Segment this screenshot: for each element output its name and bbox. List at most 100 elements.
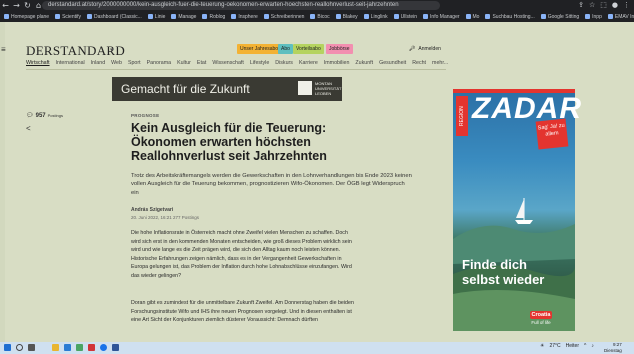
nav-item[interactable]: Etat <box>197 60 206 66</box>
store-icon[interactable] <box>76 344 83 351</box>
nav-item[interactable]: Panorama <box>147 60 171 66</box>
taskbar-clock[interactable]: 9:27 Dienstag <box>604 342 622 353</box>
nav-item[interactable]: International <box>56 60 85 66</box>
address-row: ← → ↻ ⌂ derstandard.at/story/2000000000/… <box>0 0 634 11</box>
bookmark-item[interactable]: Suchbau Hosting... <box>485 13 535 20</box>
weather-label: Heiter <box>565 343 579 349</box>
bookmark-item[interactable]: Insphere <box>231 13 258 20</box>
bookmark-label: Info Manager <box>430 13 460 20</box>
login-link[interactable]: 🔑︎ Anmelden <box>409 46 441 52</box>
nav-item[interactable]: Sport <box>128 60 141 66</box>
bookmark-label: Scientify <box>62 13 81 20</box>
bookmark-label: Bicoc <box>317 13 330 20</box>
nav-item[interactable]: Immobilien <box>324 60 350 66</box>
extensions-icon[interactable]: ⬚ <box>600 1 607 9</box>
bookmark-item[interactable]: Bicoc <box>310 13 330 20</box>
bookmark-item[interactable]: Google Sitting <box>540 13 580 20</box>
croatia-logo-sub: Full of life <box>531 320 551 325</box>
bookmark-favicon-icon <box>335 14 341 19</box>
nav-item[interactable]: Wissenschaft <box>212 60 244 66</box>
bookmark-item[interactable]: Schreiberinnen <box>263 14 304 20</box>
bookmark-item[interactable]: EMAV Instanzigen S... <box>607 13 634 20</box>
share-icon[interactable]: ⇪ <box>578 1 584 9</box>
bookmark-label: Insphere <box>238 13 258 20</box>
ad-slogan-line1: Finde dich <box>462 257 527 272</box>
menu-dots-icon[interactable]: ⋮ <box>623 1 630 9</box>
share-icon[interactable]: < <box>26 124 31 133</box>
bookmark-label: Suchbau Hosting... <box>492 13 535 20</box>
file-explorer-icon[interactable] <box>52 344 59 351</box>
bookmark-favicon-icon <box>147 14 153 19</box>
bookmark-favicon-icon <box>540 14 546 19</box>
nav-item[interactable]: Zukunft <box>355 60 373 66</box>
university-logo-mark <box>298 81 312 95</box>
croatia-logo: Croatia Full of life <box>521 311 561 325</box>
word-icon[interactable] <box>112 344 119 351</box>
task-view-icon[interactable] <box>28 344 35 351</box>
chevron-down-icon[interactable]: ▾ <box>110 46 114 54</box>
bookmark-label: Roblog <box>209 13 226 20</box>
hamburger-icon[interactable]: ≡ <box>1 45 6 54</box>
bookmark-label: EMAV Instanzigen S... <box>614 13 634 20</box>
weather-icon[interactable]: ☀ <box>540 343 544 349</box>
reload-icon[interactable]: ↻ <box>22 1 33 10</box>
bookmark-favicon-icon <box>231 14 237 19</box>
system-tray: ☀ 27°C Heiter ^ ♪ <box>540 343 594 349</box>
header-button-jobboerse[interactable]: Jobbörse <box>326 44 353 54</box>
nav-item[interactable]: Inland <box>91 60 105 66</box>
sailboat-icon <box>515 198 533 224</box>
url-bar[interactable]: derstandard.at/story/2000000000/kein-aus… <box>42 1 440 10</box>
bookmark-item[interactable]: Manage <box>171 14 196 20</box>
ad-sticker: Sag' Ja! zu allem <box>535 118 569 150</box>
article-author[interactable]: András Szigetvari <box>131 207 173 213</box>
bookmark-label: Dashboard (Classic... <box>94 13 142 20</box>
nav-item[interactable]: Lifestyle <box>250 60 269 66</box>
bookmark-favicon-icon <box>171 14 177 19</box>
header-button-jahresabo[interactable]: Unser Jahresabo <box>237 44 282 54</box>
forward-icon[interactable]: → <box>11 1 22 10</box>
star-icon[interactable]: ☆ <box>589 1 595 9</box>
start-icon[interactable] <box>4 344 11 351</box>
bookmark-item[interactable]: Linglink <box>363 13 388 20</box>
search-icon[interactable] <box>16 344 23 351</box>
nav-item[interactable]: Diskurs <box>275 60 293 66</box>
header-button-vorteilsabo[interactable]: Vorteilsabo <box>293 44 324 54</box>
article-paragraph: Doran gibt es zumindest für die unmittel… <box>131 300 354 323</box>
bookmarks-bar: Homepage plane Scientify Dashboard (Classi… <box>0 11 634 22</box>
nav-item[interactable]: mehr... <box>432 60 448 66</box>
bookmark-label: Linie <box>154 13 166 20</box>
chrome-icon[interactable] <box>100 344 107 351</box>
nav-item[interactable]: Gesundheit <box>379 60 406 66</box>
bookmark-item[interactable]: Mo <box>465 14 479 20</box>
bookmark-item[interactable]: Blakey <box>335 14 358 20</box>
chevron-up-icon[interactable]: ^ <box>584 343 586 349</box>
bookmark-favicon-icon <box>393 14 399 19</box>
article-lead: Trotz des Arbeitskräftemangels werden di… <box>131 173 412 196</box>
volume-icon[interactable]: ♪ <box>591 343 594 349</box>
bookmark-favicon-icon <box>423 14 429 19</box>
nav-item[interactable]: Recht <box>412 60 426 66</box>
bookmark-item[interactable]: Dashboard (Classic... <box>87 14 142 20</box>
bookmark-item[interactable]: Roblog <box>202 14 225 20</box>
nav-item[interactable]: Wirtschaft <box>26 60 50 66</box>
back-icon[interactable]: ← <box>0 1 11 10</box>
header-button-abo[interactable]: Abo <box>278 44 293 54</box>
edge-icon[interactable] <box>64 344 71 351</box>
bookmark-item[interactable]: Linie <box>147 13 166 20</box>
nav-item[interactable]: Web <box>111 60 122 66</box>
mail-icon[interactable] <box>88 344 95 351</box>
bookmark-favicon-icon <box>363 14 369 19</box>
profile-icon[interactable]: ● <box>612 1 618 9</box>
bookmark-item[interactable]: Scientify <box>55 14 81 20</box>
bookmark-favicon-icon <box>310 14 316 19</box>
bookmark-item[interactable]: Homepage plane <box>4 14 49 20</box>
nav-item[interactable]: Kultur <box>177 60 191 66</box>
bookmark-item[interactable]: Ullstein <box>393 14 417 20</box>
bookmark-item[interactable]: Info Manager <box>423 13 460 20</box>
ad-slogan-line2: selbst wieder <box>462 272 545 287</box>
bookmark-label: Google Sitting <box>547 13 580 20</box>
bookmark-item[interactable]: Inpp <box>585 14 602 20</box>
bookmark-label: Linglink <box>370 13 388 20</box>
nav-item[interactable]: Karriere <box>299 60 318 66</box>
posting-count[interactable]: 💬︎ 957 Postings <box>26 112 63 120</box>
